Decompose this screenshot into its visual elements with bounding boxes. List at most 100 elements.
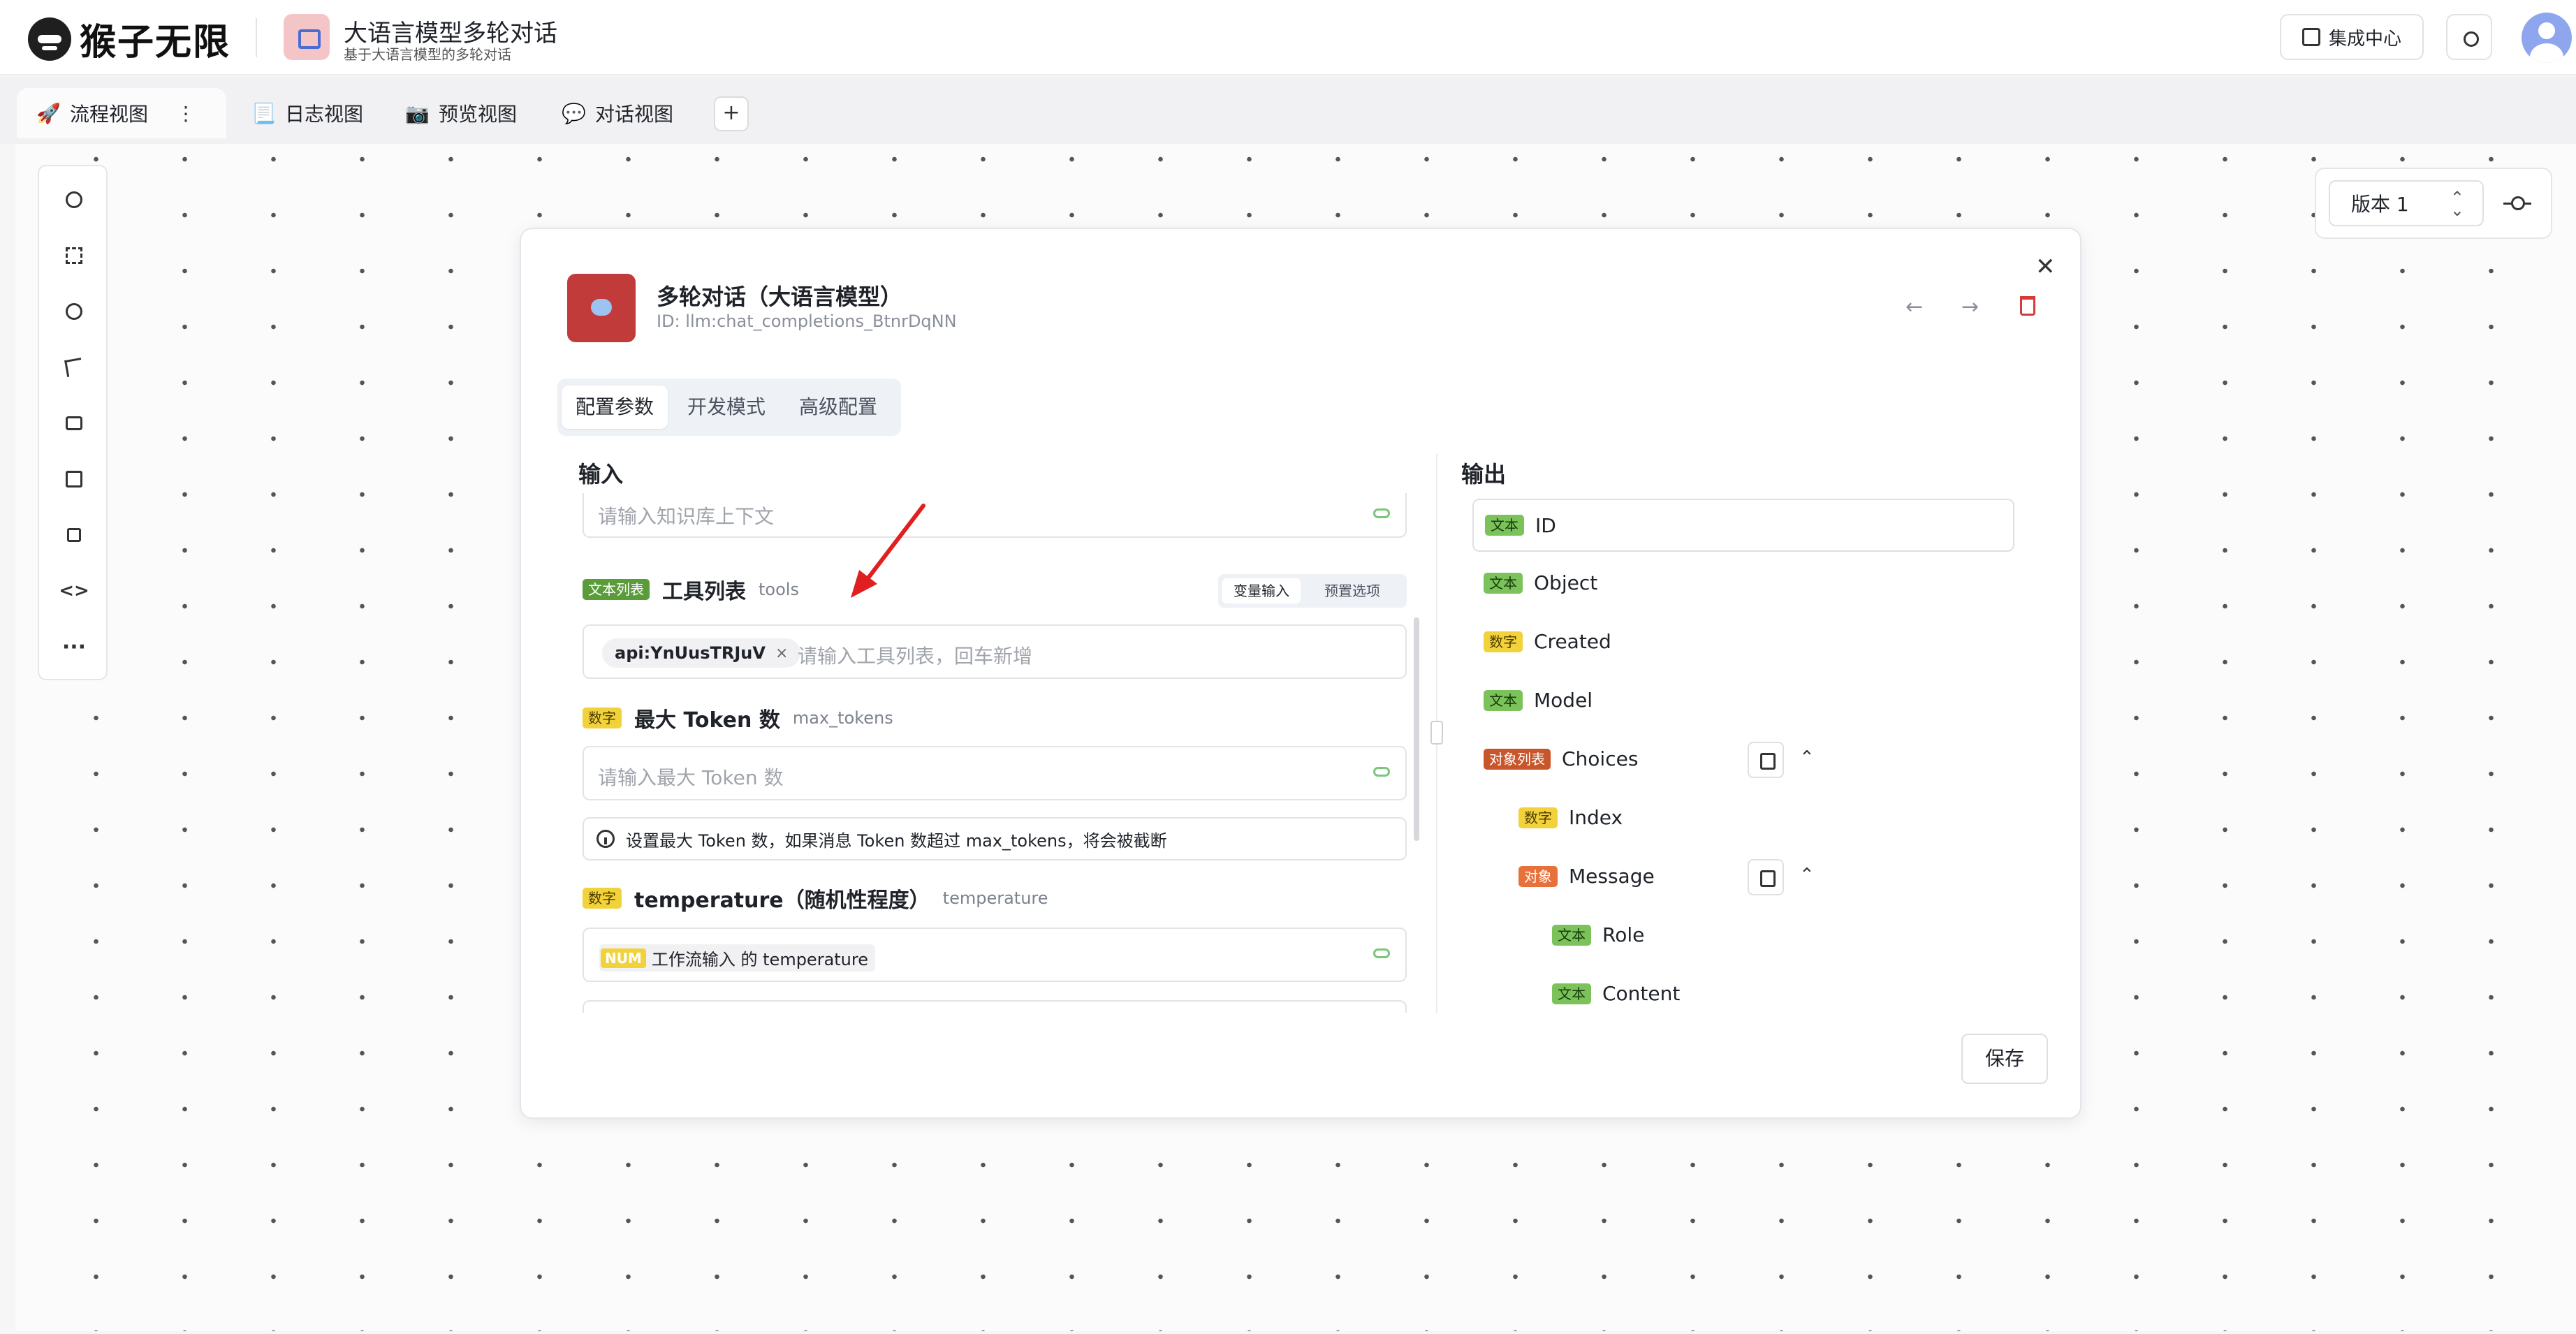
copy-icon[interactable]	[1748, 859, 1784, 895]
top-bar: 猴子无限 大语言模型多轮对话 基于大语言模型的多轮对话 集成中心	[0, 0, 2576, 75]
version-select[interactable]: 版本 1 ⌃ ⌄	[2329, 180, 2484, 226]
link-icon[interactable]	[1373, 948, 1390, 958]
preset-option[interactable]: 预置选项	[1313, 578, 1391, 603]
number-type-tag: 数字	[583, 708, 622, 728]
integration-center-button[interactable]: 集成中心	[2280, 14, 2424, 60]
pointer-icon[interactable]	[57, 351, 91, 384]
output-item-role[interactable]: 文本 Role	[1552, 923, 1644, 946]
tool-chip-label: api:YnUusTRJuV	[615, 643, 766, 663]
grid-add-icon	[2301, 28, 2320, 46]
config-mode-tabs: 配置参数 开发模式 高级配置	[557, 379, 901, 436]
user-avatar[interactable]	[2522, 13, 2572, 63]
tab-flow-view[interactable]: 🚀 流程视图 ⋮	[17, 88, 226, 138]
save-button[interactable]: 保存	[1961, 1034, 2048, 1084]
output-item-index[interactable]: 数字 Index	[1518, 806, 1623, 829]
zoom-out-icon[interactable]	[57, 295, 91, 328]
output-item-created[interactable]: 数字 Created	[1484, 630, 1611, 653]
brand-logo[interactable]: 猴子无限	[28, 13, 230, 65]
camera-icon: 📷	[405, 101, 430, 125]
object-type-tag: 对象	[1518, 865, 1558, 887]
tab-config-params[interactable]: 配置参数	[562, 386, 668, 429]
tab-chat-view[interactable]: 💬 对话视图	[542, 88, 710, 138]
output-item-object[interactable]: 文本 Object	[1484, 571, 1597, 594]
annotation-arrow	[851, 504, 925, 598]
output-item-message[interactable]: 对象 Message	[1518, 865, 1655, 888]
temperature-param-key: temperature	[942, 888, 1048, 908]
output-item-model[interactable]: 文本 Model	[1484, 689, 1593, 712]
lock-icon[interactable]	[57, 406, 91, 440]
add-tab-button[interactable]: +	[714, 96, 749, 131]
chevron-up-icon[interactable]: ⌃	[1799, 747, 1815, 768]
zoom-in-icon[interactable]	[57, 183, 91, 217]
temperature-param-header: 数字 temperature（随机性程度） temperature	[583, 883, 1048, 914]
text-type-tag: 文本	[1485, 515, 1524, 536]
close-icon[interactable]: ✕	[2035, 253, 2056, 281]
text-type-tag: 文本	[1484, 689, 1523, 711]
number-type-tag: 数字	[583, 888, 622, 909]
output-item-name: Created	[1534, 630, 1611, 653]
text-list-type-tag: 文本列表	[583, 579, 650, 600]
app-subtitle: 基于大语言模型的多轮对话	[344, 46, 511, 63]
output-item-content[interactable]: 文本 Content	[1552, 982, 1680, 1005]
link-icon[interactable]	[1373, 508, 1390, 518]
input-scrollbar[interactable]	[1414, 617, 1419, 841]
tab-dev-mode[interactable]: 开发模式	[673, 386, 780, 429]
tools-param-key: tools	[759, 580, 799, 599]
node-id: ID: llm:chat_completions_BtnrDqNN	[657, 311, 957, 331]
code-icon[interactable]: <>	[57, 574, 91, 608]
tool-chip: api:YnUusTRJuV ×	[602, 638, 801, 668]
max-tokens-info: 设置最大 Token 数，如果消息 Token 数超过 max_tokens，将…	[583, 817, 1407, 860]
copy-icon[interactable]	[1748, 742, 1784, 778]
output-item-choices[interactable]: 对象列表 Choices	[1484, 747, 1638, 770]
trash-icon[interactable]	[2020, 296, 2035, 316]
knowledge-context-field[interactable]: 请输入知识库上下文	[583, 493, 1407, 538]
tab-preview-view[interactable]: 📷 预览视图	[386, 88, 553, 138]
variable-reference-chip: NUM 工作流输入 的 temperature	[599, 944, 876, 972]
divider	[256, 18, 257, 57]
arrow-left-icon[interactable]: ←	[1905, 295, 1923, 319]
tab-advanced-config[interactable]: 高级配置	[785, 386, 891, 429]
tab-label: 日志视图	[285, 103, 364, 126]
tools-list-placeholder: 请输入工具列表，回车新增	[798, 645, 1033, 668]
drag-handle-icon[interactable]	[1430, 721, 1443, 745]
arrow-right-icon[interactable]: →	[1961, 295, 1979, 319]
theme-toggle-button[interactable]	[2446, 14, 2492, 60]
num-type-tag: NUM	[601, 948, 646, 968]
nodes-icon[interactable]	[57, 518, 91, 552]
document-icon: 📃	[251, 101, 276, 125]
output-item-name: Index	[1569, 806, 1623, 829]
temperature-input[interactable]: NUM 工作流输入 的 temperature	[583, 928, 1407, 982]
close-icon[interactable]: ×	[775, 645, 788, 662]
output-item-name: Role	[1602, 923, 1645, 946]
max-tokens-param-header: 数字 最大 Token 数 max_tokens	[583, 703, 893, 733]
rocket-icon: 🚀	[36, 101, 61, 125]
tab-label: 流程视图	[70, 103, 149, 126]
tab-label: 对话视图	[595, 103, 674, 126]
tools-param-name: 工具列表	[662, 580, 746, 604]
max-tokens-placeholder: 请输入最大 Token 数	[598, 766, 784, 789]
text-type-tag: 文本	[1552, 924, 1591, 946]
max-tokens-input[interactable]: 请输入最大 Token 数	[583, 746, 1407, 800]
output-item-id[interactable]: 文本 ID	[1472, 499, 2014, 552]
layout-icon[interactable]	[57, 462, 91, 496]
variable-input-option[interactable]: 变量输入	[1222, 578, 1301, 603]
input-section-title: 输入	[578, 461, 624, 488]
fit-view-icon[interactable]	[57, 239, 91, 272]
tab-log-view[interactable]: 📃 日志视图	[232, 88, 400, 138]
output-item-name: ID	[1535, 513, 1556, 537]
more-vertical-icon[interactable]: ⋮	[176, 102, 196, 125]
monkey-logo-icon	[28, 17, 71, 61]
text-type-tag: 文本	[1552, 983, 1591, 1004]
link-icon[interactable]	[1373, 767, 1390, 777]
app-icon	[284, 14, 330, 60]
commit-icon[interactable]	[2503, 190, 2531, 218]
more-horizontal-icon[interactable]: ···	[57, 630, 91, 664]
output-section-title: 输出	[1461, 461, 1507, 488]
next-field-edge	[583, 1000, 1407, 1013]
variable-reference-text: 工作流输入 的 temperature	[651, 950, 869, 969]
tools-list-input[interactable]: api:YnUusTRJuV × 请输入工具列表，回车新增	[583, 624, 1407, 679]
temperature-param-name: temperature（随机性程度）	[634, 888, 930, 913]
chevron-up-icon[interactable]: ⌃	[1799, 865, 1815, 886]
version-label: 版本 1	[2351, 193, 2409, 216]
max-tokens-info-text: 设置最大 Token 数，如果消息 Token 数超过 max_tokens，将…	[626, 830, 1167, 851]
